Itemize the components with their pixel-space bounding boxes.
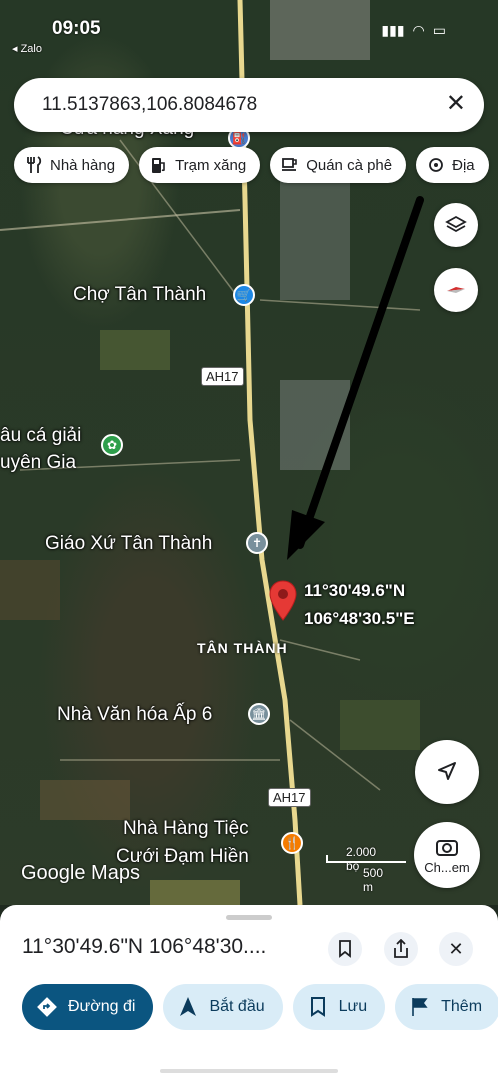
home-indicator — [160, 1069, 338, 1073]
layers-icon — [445, 215, 467, 233]
directions-button[interactable]: Đường đi — [22, 984, 154, 1030]
back-to-app[interactable]: ◂ Zalo — [12, 42, 42, 55]
category-chips: Nhà hàng Trạm xăng Quán cà phê Địa — [14, 147, 489, 183]
save-icon-button[interactable] — [328, 932, 362, 966]
google-maps-watermark: Google Maps — [21, 862, 140, 884]
directions-icon — [36, 996, 58, 1018]
gas-station-icon — [149, 155, 169, 175]
my-location-button[interactable] — [415, 740, 479, 804]
location-pin-icon[interactable] — [268, 580, 298, 622]
start-button[interactable]: Bắt đầu — [163, 984, 283, 1030]
save-button[interactable]: Lưu — [292, 984, 386, 1030]
pin-latitude-label: 11°30'49.6"N — [304, 581, 406, 600]
restaurant-icon[interactable]: 🍴 — [281, 832, 303, 854]
action-buttons: Đường đi Bắt đầu Lưu Thêm — [22, 984, 498, 1030]
chip-gas-stations[interactable]: Trạm xăng — [139, 147, 261, 183]
museum-icon[interactable]: 🏛 — [248, 703, 270, 725]
road-shield: AH17 — [201, 367, 244, 386]
share-button[interactable] — [384, 932, 418, 966]
close-icon[interactable]: ✕ — [446, 89, 466, 118]
place-label-wedding-1[interactable]: Nhà Hàng Tiệc — [123, 818, 249, 840]
scale-bottom-label: 500 m — [363, 866, 384, 894]
coffee-icon — [280, 155, 300, 175]
search-bar[interactable]: 11.5137863,106.8084678 ✕ — [14, 78, 484, 132]
clock: 09:05 — [52, 18, 101, 39]
sheet-drag-handle[interactable] — [226, 915, 272, 920]
attractions-icon — [426, 155, 446, 175]
place-sheet[interactable]: 11°30'49.6"N 106°48'30.... ✕ Đường đi Bắ… — [0, 905, 498, 1080]
chip-restaurants[interactable]: Nhà hàng — [14, 147, 130, 183]
battery-icon: ▭ — [432, 22, 446, 38]
chip-coffee[interactable]: Quán cà phê — [270, 147, 407, 183]
place-label-fishing[interactable]: âu cá giải — [0, 425, 81, 447]
more-button[interactable]: Thêm — [395, 984, 498, 1030]
status-bar: 09:05 ◂ Zalo ▮▮▮ ◠ ▭ — [0, 10, 498, 55]
signal-icon: ▮▮▮ — [381, 22, 405, 38]
shopping-cart-icon[interactable]: 🛒 — [233, 284, 255, 306]
road-shield: AH17 — [268, 788, 311, 807]
compass-button[interactable] — [434, 268, 478, 312]
place-label-church[interactable]: Giáo Xứ Tân Thành — [45, 533, 212, 555]
close-icon: ✕ — [448, 938, 464, 959]
chip-attractions[interactable]: Địa — [416, 147, 489, 183]
maps-app: Cửa hàng Xăng ⛽ Chợ Tân Thành 🛒 AH17 âu … — [0, 0, 498, 1080]
share-icon — [394, 939, 408, 958]
navigation-icon — [177, 996, 199, 1018]
flag-icon — [409, 996, 431, 1018]
place-label-fishing-2[interactable]: uyên Gia — [0, 452, 76, 474]
place-label-market[interactable]: Chợ Tân Thành — [73, 284, 206, 306]
recreation-icon[interactable]: ✿ — [101, 434, 123, 456]
wifi-icon: ◠ — [412, 22, 425, 38]
navigation-arrow-icon — [438, 762, 456, 780]
search-query[interactable]: 11.5137863,106.8084678 — [42, 94, 257, 116]
pin-longitude-label: 106°48'30.5"E — [304, 609, 415, 628]
place-label-culture-house[interactable]: Nhà Văn hóa Ấp 6 — [57, 704, 212, 726]
layers-button[interactable] — [434, 203, 478, 247]
sheet-title: 11°30'49.6"N 106°48'30.... — [22, 935, 267, 958]
area-label: TÂN THÀNH — [197, 640, 288, 656]
bookmark-icon — [339, 940, 351, 958]
camera-icon — [436, 839, 458, 856]
close-sheet-button[interactable]: ✕ — [439, 932, 473, 966]
compass-icon — [447, 287, 465, 293]
street-view-button[interactable]: Ch...em — [414, 822, 480, 888]
street-view-label: Ch...em — [424, 859, 470, 875]
restaurant-icon — [24, 155, 44, 175]
church-icon[interactable]: ✝ — [246, 532, 268, 554]
bookmark-icon — [307, 996, 329, 1018]
